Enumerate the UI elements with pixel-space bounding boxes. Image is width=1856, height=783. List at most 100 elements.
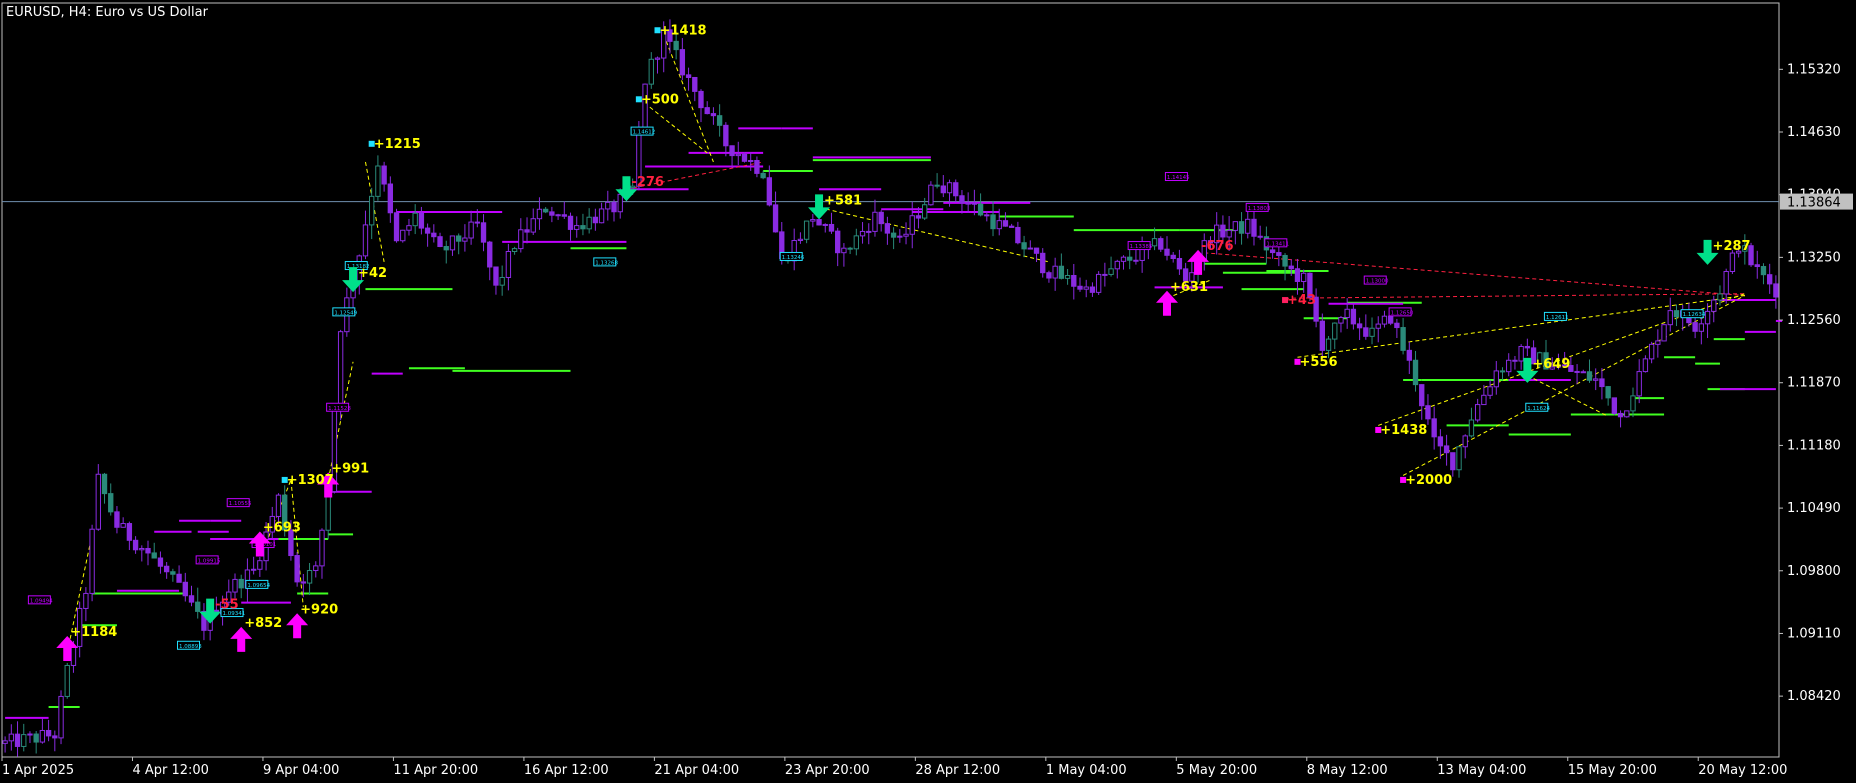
candle-body — [238, 578, 244, 589]
profit-label: +1215 — [374, 137, 421, 152]
candle-body — [1506, 359, 1512, 373]
candle-body — [1723, 270, 1729, 295]
candle-body — [39, 729, 46, 743]
candle-body — [1002, 220, 1009, 227]
candle-body — [1021, 242, 1027, 250]
candle-body — [903, 233, 909, 237]
candle-body — [319, 529, 325, 567]
candle-body — [530, 218, 536, 233]
dashed-trend-line — [364, 161, 385, 262]
candle-body — [1586, 371, 1593, 381]
candle-body — [1456, 446, 1462, 471]
candle-body — [940, 185, 946, 194]
candle-body — [754, 159, 760, 174]
candle-body — [294, 555, 300, 583]
candle-body — [872, 211, 878, 232]
candle-body — [418, 212, 425, 229]
candle-body — [108, 493, 114, 513]
candle-body — [679, 49, 686, 76]
candle-body — [1425, 405, 1431, 420]
candle-body — [21, 734, 27, 747]
candlesticks — [2, 19, 1779, 757]
candle-body — [14, 733, 21, 747]
candle-body — [1251, 218, 1257, 237]
candle-body — [1356, 323, 1363, 329]
candle-body — [1493, 370, 1499, 388]
candle-body — [772, 204, 779, 233]
candle-body — [673, 40, 679, 51]
price-tag: 1.11528 — [328, 406, 351, 412]
candle-body — [1773, 283, 1779, 298]
candle-body — [1319, 320, 1325, 351]
candle-body — [542, 208, 549, 213]
price-tag: 1.12634 — [1683, 312, 1706, 318]
candle-body — [480, 222, 487, 243]
x-tick-label: 20 May 12:00 — [1698, 763, 1787, 778]
candle-body — [1767, 274, 1773, 285]
candle-body — [1661, 324, 1667, 342]
candle-body — [574, 225, 580, 230]
price-tag: 1.13246 — [782, 255, 805, 261]
candle-body — [1648, 343, 1655, 360]
profit-label: +500 — [641, 92, 679, 107]
signal-label: +631 — [1170, 280, 1208, 295]
candle-body — [598, 208, 605, 224]
y-tick-label: 1.14630 — [1787, 125, 1841, 140]
price-chart[interactable]: 1.094941.088931.099151.093411.105551.096… — [0, 0, 1856, 783]
candle-body — [437, 236, 443, 248]
candle-body — [1046, 272, 1052, 279]
candle-body — [934, 184, 940, 187]
candle-body — [1164, 248, 1170, 256]
candle-body — [1387, 315, 1394, 324]
candle-body — [1332, 322, 1338, 340]
price-tag: 1.12611 — [1546, 315, 1569, 321]
candle-body — [468, 221, 474, 239]
candle-body — [803, 220, 810, 240]
candle-body — [1512, 359, 1518, 362]
candle-body — [487, 241, 493, 268]
candle-body — [170, 571, 176, 575]
price-tag: 1.10555 — [229, 501, 252, 507]
candle-body — [424, 227, 431, 234]
price-tag: 1.12650 — [1391, 310, 1414, 316]
candle-body — [1462, 435, 1468, 448]
candle-body — [1611, 397, 1618, 414]
price-axis: 1.153201.146301.139401.132501.125601.118… — [1779, 62, 1853, 704]
candle-body — [810, 219, 816, 222]
candle-body — [1338, 317, 1344, 324]
candle-body — [959, 195, 965, 204]
candle-body — [400, 229, 406, 242]
time-axis: 1 Apr 2025 4 Apr 12:00 9 Apr 04:00 11 Apr 2… — [1, 757, 1787, 778]
candle-body — [1673, 310, 1680, 318]
candle-body — [1108, 268, 1114, 275]
candle-body — [518, 229, 524, 250]
price-tag: 1.09494 — [30, 598, 53, 604]
y-tick-label: 1.09800 — [1787, 564, 1841, 579]
candle-body — [474, 221, 480, 224]
chart-window[interactable]: EURUSD, H4: Euro vs US Dollar 1.09494 1.0… — [0, 0, 1856, 783]
candle-body — [1381, 315, 1388, 325]
x-tick-label: 16 Apr 12:00 — [524, 763, 609, 778]
candle-body — [1350, 308, 1357, 325]
x-tick-label: 1 Apr 2025 — [2, 763, 74, 778]
candle-body — [928, 184, 934, 206]
candle-body — [362, 224, 369, 257]
candle-body — [387, 183, 394, 214]
candle-body — [1294, 268, 1301, 282]
candle-body — [1052, 265, 1058, 279]
candle-body — [915, 215, 922, 219]
candle-body — [52, 735, 58, 739]
candle-body — [1487, 386, 1493, 396]
candle-body — [1064, 275, 1071, 279]
profit-label: +1438 — [1380, 423, 1427, 438]
candle-body — [145, 547, 151, 554]
candle-body — [971, 202, 978, 205]
candle-body — [1605, 386, 1611, 399]
candle-body — [95, 473, 101, 530]
candle-body — [1040, 252, 1046, 274]
price-tag: 1.11624 — [1527, 406, 1550, 412]
price-tag: 1.13385 — [1130, 244, 1153, 250]
price-tag: 1.09654 — [247, 583, 270, 589]
candle-body — [723, 124, 729, 147]
candle-body — [580, 225, 586, 230]
